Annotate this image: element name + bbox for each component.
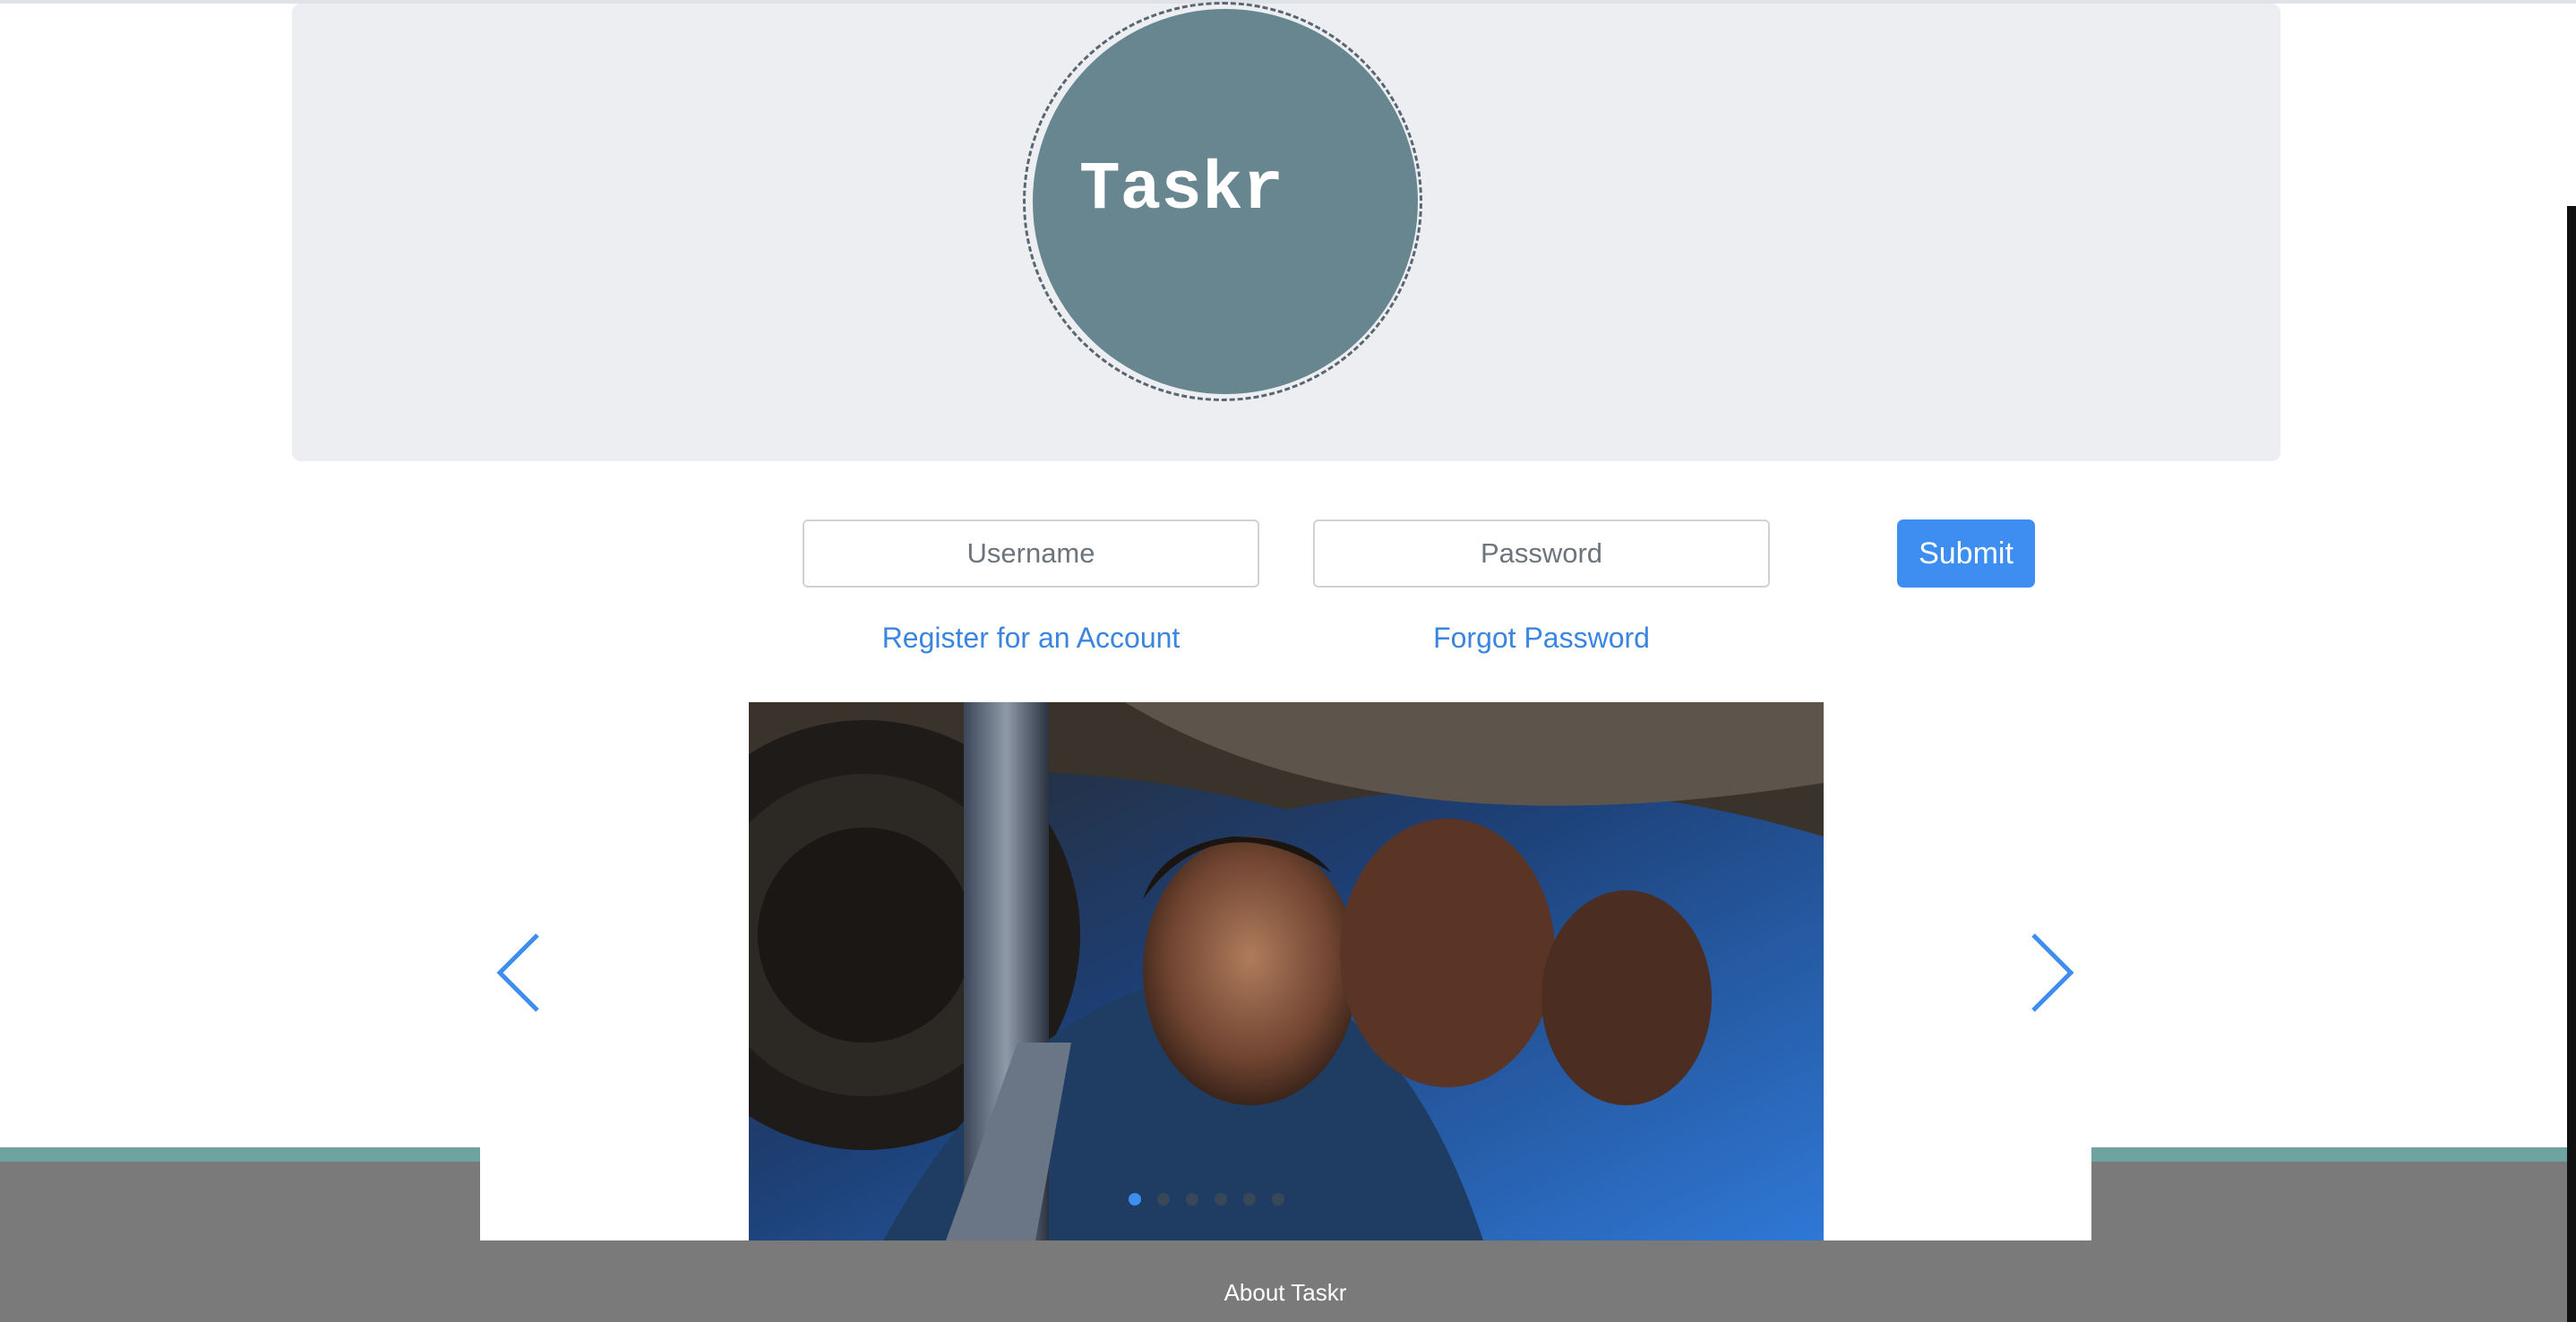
carousel-indicator-dot[interactable] (1129, 1193, 1141, 1206)
carousel-prev-button[interactable] (491, 928, 550, 1017)
scrollbar[interactable] (2567, 206, 2576, 1322)
username-input[interactable] (803, 519, 1259, 588)
submit-button[interactable]: Submit (1897, 519, 2035, 588)
forgot-password-link[interactable]: Forgot Password (1313, 620, 1770, 656)
carousel-next-button[interactable] (2021, 928, 2080, 1017)
carousel-indicator-dot[interactable] (1186, 1193, 1198, 1206)
chevron-right-icon (2031, 933, 2074, 1012)
carousel-slide-image (749, 702, 1824, 1240)
mechanic-photo (749, 702, 1824, 1240)
register-link[interactable]: Register for an Account (803, 620, 1259, 656)
chevron-left-icon (496, 933, 539, 1012)
footer-accent-strip-right (2091, 1147, 2576, 1162)
password-input[interactable] (1313, 519, 1770, 588)
about-link[interactable]: About Taskr (1146, 1277, 1424, 1308)
carousel-indicator-dot[interactable] (1215, 1193, 1227, 1206)
footer-accent-strip-left (0, 1147, 480, 1162)
carousel-indicator-dot[interactable] (1243, 1193, 1256, 1206)
carousel-indicator-dot[interactable] (1157, 1193, 1170, 1206)
carousel-indicator-dot[interactable] (1272, 1193, 1284, 1206)
logo-text: Taskr (1079, 151, 1284, 228)
